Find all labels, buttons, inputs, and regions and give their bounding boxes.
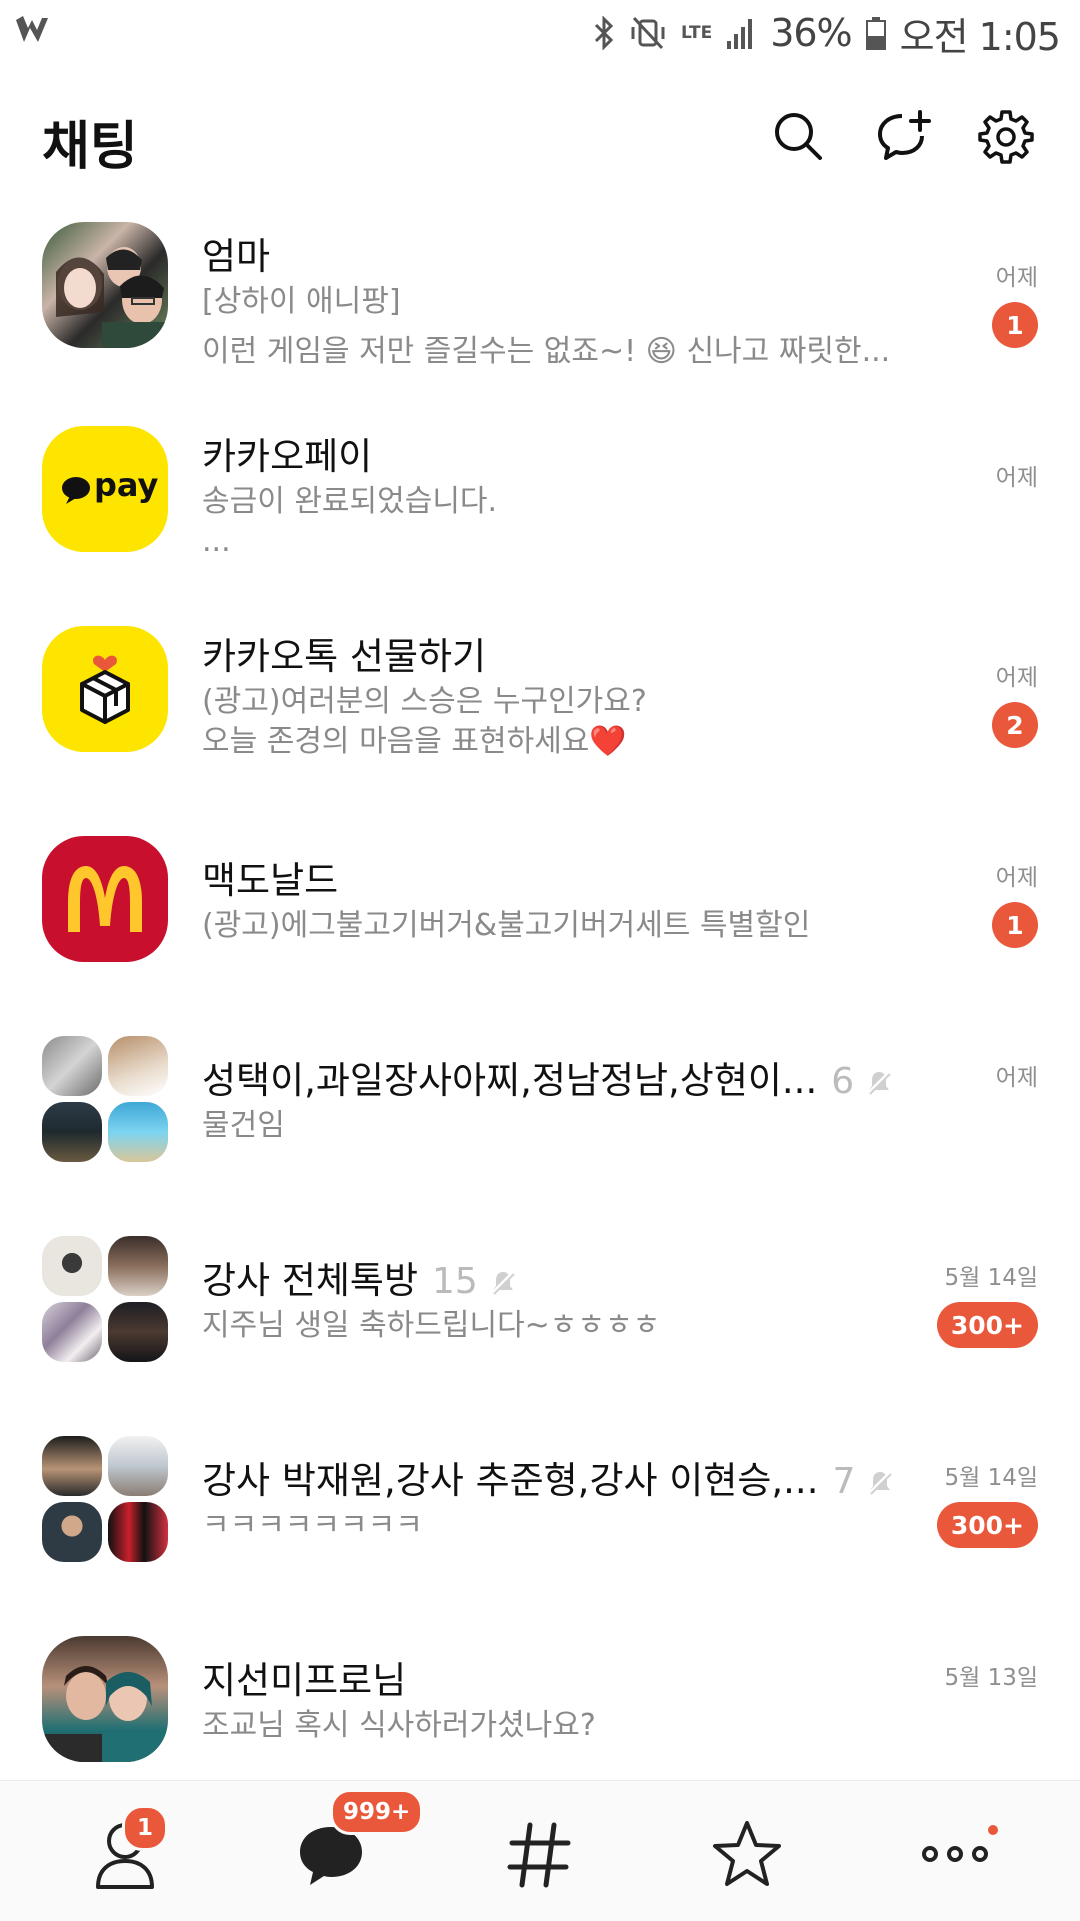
chat-name: 카카오페이	[202, 435, 373, 478]
member-photo	[108, 1036, 168, 1096]
chat-time: 어제	[995, 465, 1038, 491]
chat-time: 5월 14일	[944, 1465, 1038, 1491]
status-indicators: LTE 36% 오전 1:05	[593, 8, 1061, 59]
member-photo	[108, 1302, 168, 1362]
member-photo	[108, 1236, 168, 1296]
chat-time: 어제	[995, 665, 1038, 691]
new-chat-icon[interactable]	[876, 108, 932, 164]
signal-icon	[727, 19, 753, 49]
member-count: 6	[831, 1061, 855, 1102]
member-photo	[42, 1436, 102, 1496]
chat-time: 5월 13일	[944, 1665, 1038, 1691]
status-bar: LTE 36% 오전 1:05	[0, 0, 1080, 66]
settings-icon[interactable]	[978, 108, 1034, 164]
chat-time: 어제	[995, 265, 1038, 291]
chat-name: 카카오톡 선물하기	[202, 635, 487, 678]
member-count: 15	[432, 1261, 478, 1302]
chat-row-jiseonmi[interactable]: 지선미프로님 조교님 혹시 식사하러가셨나요? 5월 13일	[0, 1600, 1080, 1800]
chat-row-group-3[interactable]: 강사 박재원,강사 추준형,강사 이현승,... 7 ㅋㅋㅋㅋㅋㅋㅋㅋ 5월 14…	[0, 1400, 1080, 1600]
chat-name: 엄마	[202, 235, 271, 278]
chat-preview-line1: 송금이 완료되었습니다.	[202, 484, 498, 519]
mute-bell-icon	[490, 1270, 516, 1295]
member-photo	[108, 1436, 168, 1496]
chat-preview-line1: 조교님 혹시 식사하러가셨나요?	[202, 1708, 596, 1743]
star-icon[interactable]	[702, 1809, 792, 1899]
mute-bell-icon	[866, 1070, 892, 1095]
chat-row-mcdonalds[interactable]: 맥도날드 (광고)에그불고기버거&불고기버거세트 특별할인 어제 1	[0, 800, 1080, 1000]
chat-preview-line1: [상하이 애니팡]	[202, 284, 401, 319]
vibrate-mute-icon	[631, 16, 665, 50]
member-count: 7	[832, 1461, 856, 1502]
chat-preview-line2: ...	[202, 524, 231, 559]
battery-percent: 36%	[770, 11, 852, 55]
search-icon[interactable]	[770, 108, 826, 164]
group-avatar	[42, 1036, 168, 1162]
member-photo	[42, 1502, 102, 1562]
chat-preview-line2: 이런 게임을 저만 즐길수는 없죠~! 😆 신나고 짜릿한...	[202, 334, 891, 369]
mcdonalds-logo	[42, 836, 168, 962]
group-avatar	[42, 1436, 168, 1562]
chat-preview-line1: (광고)여러분의 스승은 누구인가요?	[202, 684, 647, 719]
unread-badge: 2	[992, 702, 1038, 748]
chat-preview-line1: (광고)에그불고기버거&불고기버거세트 특별할인	[202, 908, 811, 943]
chat-name: 강사 전체톡방 15	[202, 1250, 518, 1304]
header: 채팅	[0, 90, 1080, 180]
gift-box-icon	[80, 655, 130, 724]
chat-time: 어제	[995, 1065, 1038, 1091]
member-photo	[42, 1236, 102, 1296]
chat-row-group-2[interactable]: 강사 전체톡방 15 지주님 생일 축하드립니다~ㅎㅎㅎㅎ 5월 14일 300+	[0, 1200, 1080, 1400]
gift-logo	[42, 626, 168, 752]
avatar-photo	[42, 1666, 168, 1762]
pay-logo-text: pay	[94, 466, 159, 504]
chat-preview-line1: ㅋㅋㅋㅋㅋㅋㅋㅋ	[202, 1508, 423, 1543]
member-photo	[108, 1502, 168, 1562]
chat-preview-line1: 지주님 생일 축하드립니다~ㅎㅎㅎㅎ	[202, 1308, 661, 1343]
avatar	[42, 1636, 168, 1762]
chat-name-text: 강사 박재원,강사 추준형,강사 이현승,...	[202, 1459, 819, 1502]
clock: 오전 1:05	[899, 14, 1061, 59]
chat-row-mom[interactable]: 엄마 [상하이 애니팡] 이런 게임을 저만 즐길수는 없죠~! 😆 신나고 짜…	[0, 200, 1080, 400]
chat-row-group-1[interactable]: 성택이,과일장사아찌,정남정남,상현이... 6 물건임 어제	[0, 1000, 1080, 1200]
chat-preview-line2: 오늘 존경의 마음을 표현하세요❤️	[202, 724, 627, 759]
avatar-photo	[56, 247, 168, 348]
chat-name: 맥도날드	[202, 859, 339, 902]
member-photo	[42, 1302, 102, 1362]
hashtag-icon[interactable]	[494, 1809, 584, 1899]
kakaopay-logo: pay	[42, 426, 168, 552]
chat-time: 5월 14일	[944, 1265, 1038, 1291]
network-type: LTE	[680, 23, 713, 43]
group-avatar	[42, 1236, 168, 1362]
unread-badge: 300+	[936, 1302, 1038, 1348]
unread-badge: 300+	[936, 1502, 1038, 1548]
avatar	[42, 222, 168, 348]
unread-badge: 1	[992, 902, 1038, 948]
chat-name: 강사 박재원,강사 추준형,강사 이현승,... 7	[202, 1450, 895, 1504]
member-photo	[42, 1102, 102, 1162]
chat-name: 성택이,과일장사아찌,정남정남,상현이... 6	[202, 1050, 894, 1104]
unread-badge: 1	[992, 302, 1038, 348]
friends-badge: 1	[122, 1805, 168, 1851]
battery-icon	[865, 17, 886, 50]
chat-preview-line1: 물건임	[202, 1108, 285, 1143]
golden-arches-icon	[68, 866, 142, 932]
chat-name-text: 성택이,과일장사아찌,정남정남,상현이...	[202, 1059, 818, 1102]
bottom-nav: 1 999+	[0, 1780, 1080, 1921]
chat-name: 지선미프로님	[202, 1659, 407, 1702]
mute-bell-icon	[867, 1470, 893, 1495]
page-title: 채팅	[42, 117, 138, 177]
chats-badge: 999+	[330, 1789, 424, 1835]
chat-name-text: 강사 전체톡방	[202, 1259, 419, 1302]
member-photo	[108, 1102, 168, 1162]
app-logo-icon	[16, 16, 48, 42]
chat-time: 어제	[995, 865, 1038, 891]
more-icon[interactable]	[910, 1809, 1000, 1899]
member-photo	[42, 1036, 102, 1096]
bluetooth-icon	[594, 16, 614, 50]
more-notification-dot	[988, 1825, 998, 1835]
chat-row-kakao-gift[interactable]: 카카오톡 선물하기 (광고)여러분의 스승은 누구인가요? 오늘 존경의 마음을…	[0, 600, 1080, 800]
chat-row-kakaopay[interactable]: pay 카카오페이 송금이 완료되었습니다. ... 어제	[0, 400, 1080, 600]
